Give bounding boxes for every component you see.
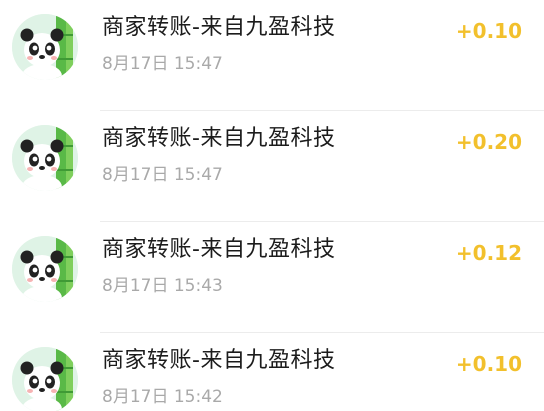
transaction-time: 8月17日 15:47 [102, 165, 223, 185]
transaction-time: 8月17日 15:42 [102, 387, 223, 407]
transaction-row[interactable]: 商家转账-来自九盈科技 8月17日 15:43 +0.12 [0, 222, 544, 333]
transaction-row[interactable]: 商家转账-来自九盈科技 8月17日 15:42 +0.10 [0, 333, 544, 411]
panda-avatar-icon [12, 14, 78, 80]
transaction-list: 商家转账-来自九盈科技 8月17日 15:47 +0.10 商家转账-来自九盈科… [0, 0, 544, 411]
panda-avatar-icon [12, 236, 78, 302]
transaction-time: 8月17日 15:43 [102, 276, 223, 296]
transaction-title: 商家转账-来自九盈科技 [102, 237, 336, 262]
transaction-amount: +0.20 [455, 130, 522, 154]
transaction-amount: +0.10 [455, 352, 522, 376]
transaction-amount: +0.12 [455, 241, 522, 265]
transaction-time: 8月17日 15:47 [102, 54, 223, 74]
transaction-amount: +0.10 [455, 19, 522, 43]
transaction-title: 商家转账-来自九盈科技 [102, 126, 336, 151]
transaction-row[interactable]: 商家转账-来自九盈科技 8月17日 15:47 +0.20 [0, 111, 544, 222]
transaction-title: 商家转账-来自九盈科技 [102, 15, 336, 40]
transaction-title: 商家转账-来自九盈科技 [102, 348, 336, 373]
transaction-row[interactable]: 商家转账-来自九盈科技 8月17日 15:47 +0.10 [0, 0, 544, 111]
panda-avatar-icon [12, 125, 78, 191]
panda-avatar-icon [12, 347, 78, 411]
